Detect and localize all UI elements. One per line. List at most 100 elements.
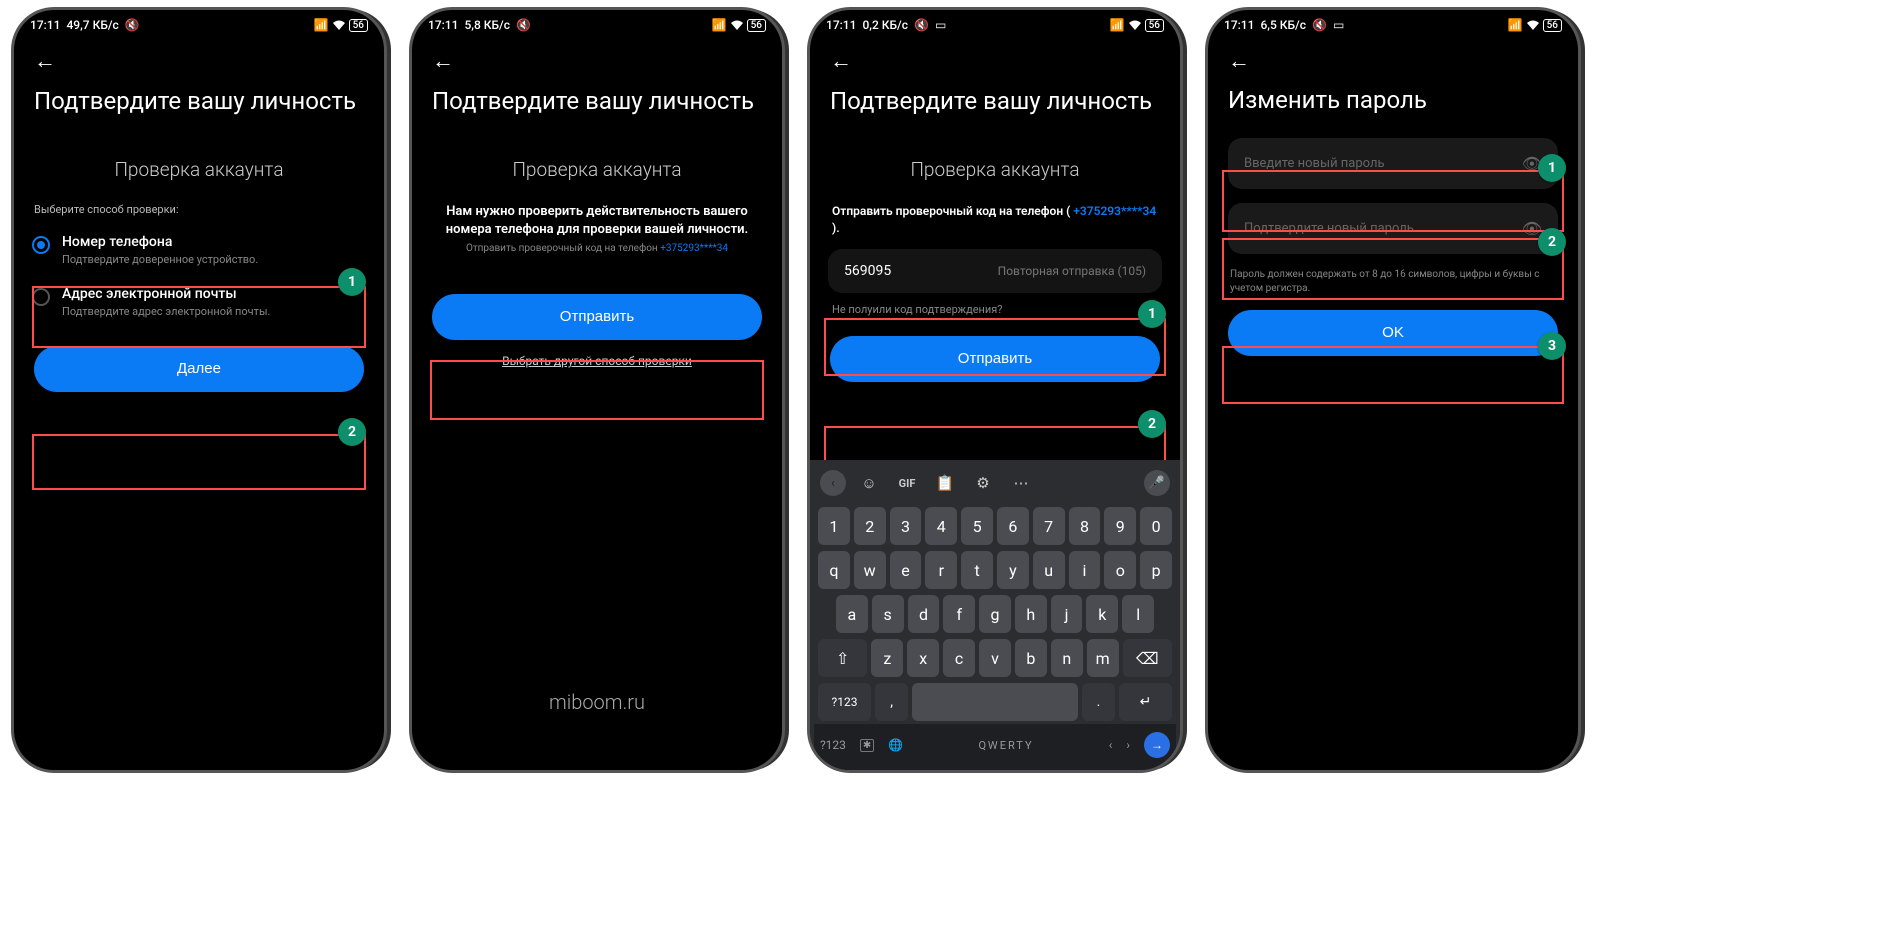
mic-icon[interactable]: 🎤 — [1144, 470, 1170, 496]
phone-screen-1: 17:11 49,7 КБ/с 🔇 📶 56 ← Подтвердите ваш… — [14, 10, 384, 770]
gif-icon[interactable]: GIF — [892, 477, 922, 490]
phone-screen-2: 17:11 5,8 КБ/с 🔇 📶 56 ← Подтвердите вашу… — [412, 10, 782, 770]
statusbar: 17:11 0,2 КБ/с 🔇 ▭ 📶 56 — [810, 10, 1180, 36]
page-title: Подтвердите вашу личность — [412, 80, 782, 134]
key-y[interactable]: y — [997, 551, 1029, 589]
backspace-key[interactable]: ⌫ — [1123, 639, 1172, 677]
no-code-link[interactable]: Не полуили код подтверждения? — [810, 301, 1180, 318]
key-a[interactable]: a — [836, 595, 868, 633]
key-z[interactable]: z — [871, 639, 903, 677]
key-5[interactable]: 5 — [961, 507, 993, 545]
annotation-box-send — [430, 360, 764, 420]
space-key[interactable] — [912, 683, 1078, 721]
enter-key[interactable]: ↵ — [1119, 683, 1172, 721]
key-b[interactable]: b — [1015, 639, 1047, 677]
key-w[interactable]: w — [854, 551, 886, 589]
key-o[interactable]: o — [1104, 551, 1136, 589]
numeric-key[interactable]: ?123 — [818, 683, 871, 721]
status-speed: 6,5 КБ/с — [1260, 18, 1306, 32]
clipboard-icon[interactable]: 📋 — [930, 474, 960, 492]
new-password-input[interactable]: Введите новый пароль 👁 — [1228, 138, 1558, 189]
key-d[interactable]: d — [908, 595, 940, 633]
key-g[interactable]: g — [979, 595, 1011, 633]
key-m[interactable]: m — [1087, 639, 1119, 677]
page-subtitle: Проверка аккаунта — [14, 134, 384, 203]
gear-icon[interactable]: ⚙ — [968, 474, 998, 492]
key-r[interactable]: r — [925, 551, 957, 589]
key-c[interactable]: c — [943, 639, 975, 677]
back-button[interactable]: ← — [14, 36, 384, 80]
wifi-icon — [1128, 19, 1142, 31]
option-email[interactable]: Адрес электронной почты Подтвердите адре… — [14, 276, 384, 328]
code-value: 569095 — [844, 263, 891, 279]
kb-collapse-icon[interactable]: ‹ — [820, 470, 846, 496]
key-s[interactable]: s — [872, 595, 904, 633]
comma-key[interactable]: , — [875, 683, 908, 721]
choose-other-method-link[interactable]: Выбрать другой способ проверки — [412, 354, 782, 368]
key-n[interactable]: n — [1051, 639, 1083, 677]
key-e[interactable]: e — [890, 551, 922, 589]
status-time: 17:11 — [428, 18, 458, 32]
sticker-icon[interactable]: ☺ — [854, 474, 884, 492]
phone-link[interactable]: +375293****34 — [660, 243, 728, 254]
key-j[interactable]: j — [1051, 595, 1083, 633]
kb-row-3: ⇧ zxcvbnm ⌫ — [814, 636, 1176, 680]
code-input[interactable]: 569095 Повторная отправка (105) — [828, 249, 1162, 293]
key-0[interactable]: 0 — [1140, 507, 1172, 545]
key-8[interactable]: 8 — [1069, 507, 1101, 545]
key-2[interactable]: 2 — [854, 507, 886, 545]
key-6[interactable]: 6 — [997, 507, 1029, 545]
kb-layout-label[interactable]: QWERTY — [917, 739, 1095, 752]
send-button[interactable]: Отправить — [432, 294, 762, 340]
key-p[interactable]: p — [1140, 551, 1172, 589]
shift-key[interactable]: ⇧ — [818, 639, 867, 677]
sim-icon: ▭ — [935, 18, 946, 32]
more-icon[interactable]: ⋯ — [1006, 474, 1036, 492]
key-4[interactable]: 4 — [925, 507, 957, 545]
key-1[interactable]: 1 — [818, 507, 850, 545]
key-v[interactable]: v — [979, 639, 1011, 677]
globe-icon[interactable]: 🌐 — [888, 738, 903, 752]
kb-lang-icon[interactable]: ✱ — [860, 739, 874, 752]
back-button[interactable]: ← — [810, 36, 1180, 80]
chevron-left-icon[interactable]: ‹ — [1109, 738, 1113, 752]
key-l[interactable]: l — [1122, 595, 1154, 633]
next-button[interactable]: Далее — [34, 346, 364, 392]
key-u[interactable]: u — [1033, 551, 1065, 589]
resend-counter: Повторная отправка (105) — [998, 264, 1146, 278]
keyboard[interactable]: ‹ ☺ GIF 📋 ⚙ ⋯ 🎤 1234567890 qwertyuiop as… — [810, 460, 1180, 770]
dot-key[interactable]: . — [1082, 683, 1115, 721]
page-title: Подтвердите вашу личность — [14, 80, 384, 134]
key-q[interactable]: q — [818, 551, 850, 589]
kb-toolbar: ‹ ☺ GIF 📋 ⚙ ⋯ 🎤 — [814, 466, 1176, 504]
back-button[interactable]: ← — [1208, 36, 1578, 80]
send-button[interactable]: Отправить — [830, 336, 1160, 382]
page-title: Подтвердите вашу личность — [810, 80, 1180, 134]
status-time: 17:11 — [30, 18, 60, 32]
confirm-password-placeholder: Подтвердите новый пароль — [1244, 221, 1414, 236]
key-h[interactable]: h — [1015, 595, 1047, 633]
status-speed: 0,2 КБ/с — [862, 18, 908, 32]
key-7[interactable]: 7 — [1033, 507, 1065, 545]
ok-button[interactable]: OK — [1228, 310, 1558, 356]
key-i[interactable]: i — [1069, 551, 1101, 589]
key-f[interactable]: f — [943, 595, 975, 633]
key-x[interactable]: x — [907, 639, 939, 677]
annotation-badge-1: 1 — [1138, 300, 1166, 328]
brand-footer: miboom.ru — [412, 690, 782, 714]
kb-numpad-switch[interactable]: ?123 — [820, 738, 846, 752]
status-time: 17:11 — [826, 18, 856, 32]
send-code-line: Отправить проверочный код на телефон ( +… — [810, 203, 1180, 237]
annotation-box-2 — [32, 434, 366, 490]
phone-link[interactable]: +375293****34 — [1073, 204, 1156, 218]
key-3[interactable]: 3 — [890, 507, 922, 545]
key-9[interactable]: 9 — [1104, 507, 1136, 545]
key-t[interactable]: t — [961, 551, 993, 589]
chevron-right-icon[interactable]: › — [1126, 738, 1130, 752]
option-phone[interactable]: Номер телефона Подтвердите доверенное ус… — [14, 224, 384, 276]
key-k[interactable]: k — [1086, 595, 1118, 633]
kb-row-num: 1234567890 — [814, 504, 1176, 548]
confirm-password-input[interactable]: Подтвердите новый пароль 👁 — [1228, 203, 1558, 254]
go-button[interactable]: → — [1144, 732, 1170, 758]
back-button[interactable]: ← — [412, 36, 782, 80]
